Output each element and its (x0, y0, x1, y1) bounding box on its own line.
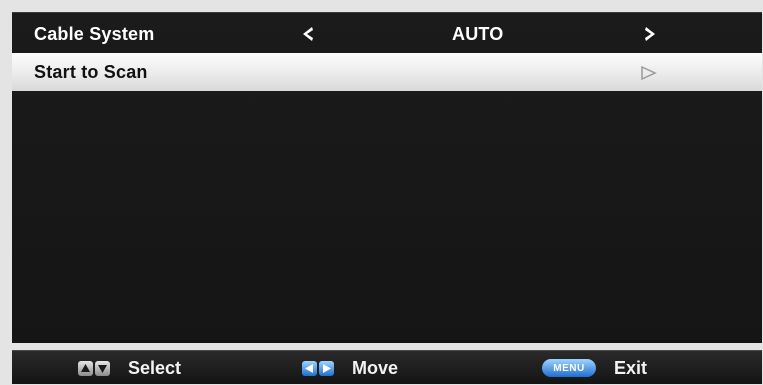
left-right-keys-icon (302, 360, 334, 376)
channel-menu-panel: Cable System AUTO Start to Scan (12, 12, 762, 343)
exit-hint-label: Exit (614, 357, 648, 378)
select-hint-label: Select (128, 357, 182, 378)
chevron-right-icon[interactable] (640, 24, 660, 44)
cable-system-row[interactable]: Cable System AUTO (12, 15, 762, 53)
cable-system-label: Cable System (34, 24, 155, 44)
start-scan-row[interactable]: Start to Scan (12, 53, 762, 91)
exit-hint: MENU Exit (542, 357, 647, 379)
select-hint: Select (78, 357, 181, 379)
cable-system-value: AUTO (452, 24, 504, 44)
triangle-right-outline-icon (638, 63, 658, 83)
move-hint-label: Move (352, 357, 399, 378)
start-scan-label: Start to Scan (34, 62, 148, 82)
chevron-left-icon[interactable] (298, 24, 318, 44)
menu-key-icon: MENU (542, 359, 596, 377)
up-down-keys-icon (78, 360, 110, 376)
tv-osd-screen: Cable System AUTO Start to Scan Select M… (0, 0, 763, 385)
footer-help-bar: Select Move MENU Exit (12, 350, 762, 384)
move-hint: Move (302, 357, 398, 379)
